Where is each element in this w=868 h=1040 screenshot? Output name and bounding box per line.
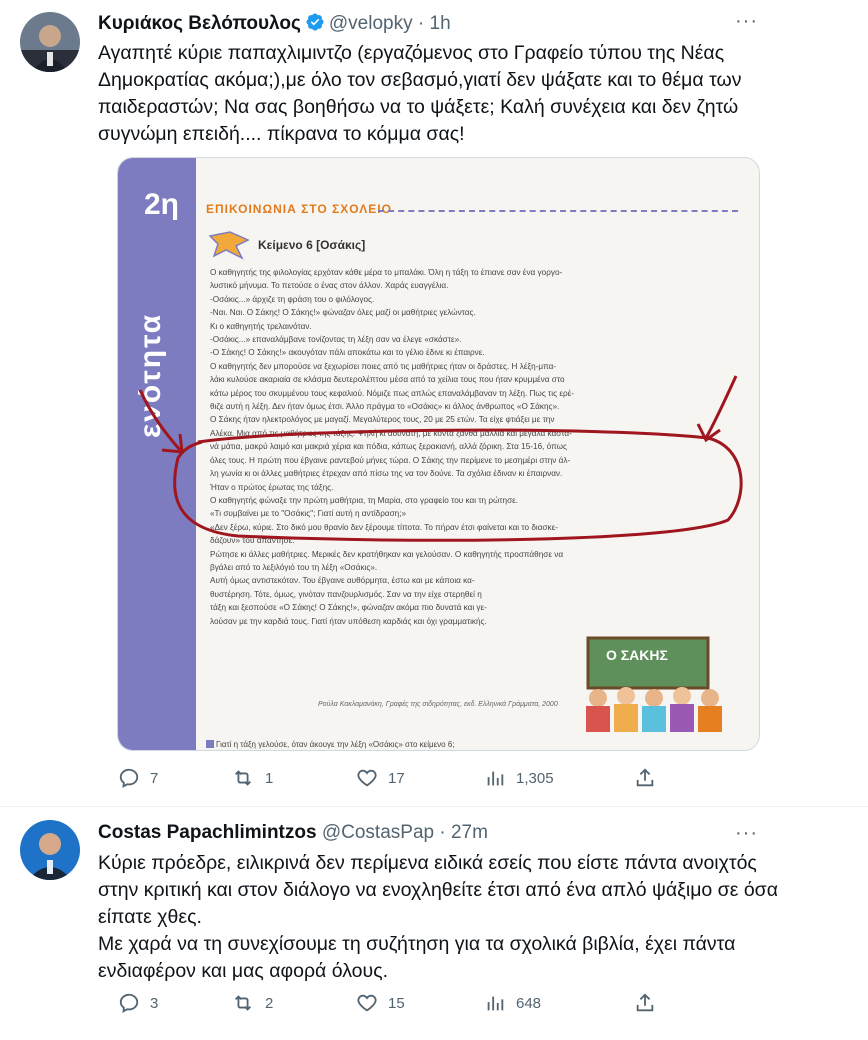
author-name[interactable]: Costas Papachlimintzos <box>98 822 317 843</box>
more-options-icon[interactable]: ··· <box>735 10 758 33</box>
book-text-line: Αλέκα. Μια από τις μαθήτριες της τάξης. … <box>210 428 572 438</box>
book-text-line: λυστικό μήνυμα. Το πετούσε ο ένας στον ά… <box>210 281 449 291</box>
book-text-line: λούσαν με την καρδιά τους. Γιατί ήταν υπ… <box>210 616 487 626</box>
unit-number: 2η <box>144 188 180 221</box>
author-handle[interactable]: @CostasPap <box>322 822 434 843</box>
book-text-line: «Δεν ξέρω, κύριε. Στο δικό μου θρανίο δε… <box>210 522 558 532</box>
book-text-line: νά μάτια, μακρύ λαιμό και μακριά χέρια κ… <box>210 442 567 452</box>
reply-button[interactable]: 3 <box>118 990 158 1016</box>
views-icon <box>487 771 504 786</box>
separator-dot: · <box>417 13 425 34</box>
citation: Ρούλα Κακλαμανάκη, Γραφές της σιδηρότητα… <box>318 701 558 708</box>
like-count: 15 <box>388 994 405 1012</box>
book-text-line: Ο καθηγητής της φιλολογίας ερχόταν κάθε … <box>210 268 563 277</box>
like-count: 17 <box>388 769 405 787</box>
like-button[interactable]: 15 <box>356 990 405 1016</box>
book-text-line: «Τι συμβαίνει με το "Οσάκις"; Γιατί αυτή… <box>210 509 407 519</box>
book-text-line: -Ο Σάκης! Ο Σάκης!» ακουγόταν πάλι αποκά… <box>210 348 485 358</box>
book-text-line: -Ναι. Ναι. Ο Σάκης! Ο Σάκης!» φώναζαν όλ… <box>210 308 476 318</box>
book-text-line: θυστέρηση. Τότε, όμως, γινόταν πανζουρλι… <box>210 589 482 599</box>
star-icon <box>208 230 252 265</box>
textbook-page: 2η ενότητα ΕΠΙΚΟΙΝΩΝΙΑ ΣΤΟ ΣΧΟΛΕΙΟ Κείμε… <box>118 158 759 750</box>
tweet-text: Κύριε πρόεδρε, ειλικρινά δεν περίμενα ει… <box>98 850 778 985</box>
tweet-text-paragraph: Με χαρά να τη συνεχίσουμε τη συζήτηση γι… <box>98 933 736 982</box>
views-button[interactable]: 648 <box>484 990 541 1016</box>
retweet-count: 2 <box>265 994 274 1012</box>
tweet-media-image[interactable]: 2η ενότητα ΕΠΙΚΟΙΝΩΝΙΑ ΣΤΟ ΣΧΟΛΕΙΟ Κείμε… <box>117 157 760 751</box>
heart-icon <box>357 994 377 1012</box>
heart-icon <box>357 769 377 787</box>
author-name[interactable]: Κυριάκος Βελόπουλος <box>98 13 301 34</box>
bullet-square-icon <box>206 740 214 748</box>
unit-word: ενότητα <box>134 312 167 438</box>
book-text-line: βγάλει από το λεξιλόγιό του τη λέξη «Οσά… <box>210 562 378 572</box>
book-text-line: κάτω μέρος του σκυμμένου τους κεφαλιού. … <box>210 388 575 398</box>
text-title: Κείμενο 6 [Οσάκις] <box>258 238 366 252</box>
share-icon <box>636 768 654 787</box>
retweet-icon <box>235 995 251 1011</box>
retweet-count: 1 <box>265 769 274 787</box>
views-button[interactable]: 1,305 <box>484 765 554 791</box>
retweet-button[interactable]: 2 <box>231 990 273 1016</box>
author-handle[interactable]: @velopky <box>329 13 413 34</box>
separator-dot: · <box>439 822 446 843</box>
avatar[interactable] <box>20 820 80 880</box>
book-text-line: Αυτή όμως αντιστεκόταν. Του έβγαινε αυθό… <box>210 576 475 586</box>
book-text-line: δάζουν» του απάντησε. <box>210 536 295 546</box>
classroom-illustration: Ο ΣΑΚΗΣ <box>578 636 728 734</box>
verified-badge-icon <box>305 12 325 38</box>
book-text-line: όλες τους. Η πρώτη που έβγαινε ραντεβού … <box>210 455 571 465</box>
tweet-text-content: Αγαπητέ κύριε παπαχλιμιντζο (εργαζόμενος… <box>98 42 742 145</box>
reply-count: 3 <box>150 994 159 1012</box>
tweet-text-paragraph: Κύριε πρόεδρε, ειλικρινά δεν περίμενα ει… <box>98 852 778 928</box>
book-text-line: Ήταν ο πρώτος έρωτας της τάξης. <box>210 482 334 492</box>
book-text-line: -Οσάκις...» άρχιζε τη φράση του ο φιλόλο… <box>210 294 375 304</box>
book-text-line: θιζε αυτή η λέξη. Δεν ήταν όμως έτσι. Άλ… <box>210 402 560 412</box>
reply-count: 7 <box>150 769 159 787</box>
book-text-line: -Οσάκις...» επαναλάμβανε τονίζοντας τη λ… <box>210 335 462 345</box>
book-text-line: Ρώτησε κι άλλες μαθήτριες. Μερικές δεν κ… <box>210 549 564 559</box>
timestamp[interactable]: 1h <box>430 13 451 34</box>
book-text-line: Κι ο καθηγητής τρελαινόταν. <box>210 321 312 331</box>
timestamp[interactable]: 27m <box>451 822 488 843</box>
tweet-text: Αγαπητέ κύριε παπαχλιμιντζο (εργαζόμενος… <box>98 40 778 148</box>
book-text-line: Ο Σάκης ήταν ηλεκτρολόγος με μαγαζί. Μεγ… <box>210 415 555 425</box>
share-button[interactable] <box>634 990 656 1016</box>
view-count: 1,305 <box>516 769 554 787</box>
view-count: 648 <box>516 994 542 1012</box>
tweet-actions: 3 2 15 648 <box>118 990 678 1016</box>
book-text-line: τάξη και ξεσπούσε «Ο Σάκης! Ο Σάκης!», φ… <box>210 603 487 613</box>
reply-icon <box>119 993 139 1013</box>
book-text-line: Ο καθηγητής δεν μπορούσε να ξεχωρίσει πο… <box>210 361 557 371</box>
reply-icon <box>119 768 139 788</box>
retweet-button[interactable]: 1 <box>231 765 273 791</box>
like-button[interactable]: 17 <box>356 765 405 791</box>
more-options-icon[interactable]: ··· <box>735 822 758 845</box>
retweet-icon <box>235 770 251 786</box>
share-icon <box>636 993 654 1012</box>
page-sidebar: 2η ενότητα <box>118 158 196 750</box>
sign-text: Ο ΣΑΚΗΣ <box>606 647 668 663</box>
section-title: ΕΠΙΚΟΙΝΩΝΙΑ ΣΤΟ ΣΧΟΛΕΙΟ <box>206 202 392 216</box>
reply-button[interactable]: 7 <box>118 765 158 791</box>
views-icon <box>487 996 504 1011</box>
exercise-question: Γιατί η τάξη γελούσε, όταν άκουγε την λέ… <box>216 740 455 749</box>
share-button[interactable] <box>634 765 656 791</box>
book-text-line: λάκι κυλούσε ακαριαία σε κλάσμα δευτερολ… <box>210 375 565 385</box>
book-text-line: λη γωνία κι οι άλλες μαθήτριες έτρεχαν α… <box>210 469 563 479</box>
avatar[interactable] <box>20 12 80 72</box>
book-text: Ο καθηγητής της φιλολογίας ερχόταν κάθε … <box>210 266 732 628</box>
tweet-actions: 7 1 17 1,305 <box>118 765 678 791</box>
book-text-line: Ο καθηγητής φώναξε την πρώτη μαθήτρια, τ… <box>210 495 519 505</box>
tweet-divider <box>0 806 868 807</box>
dashed-divider <box>378 210 738 212</box>
